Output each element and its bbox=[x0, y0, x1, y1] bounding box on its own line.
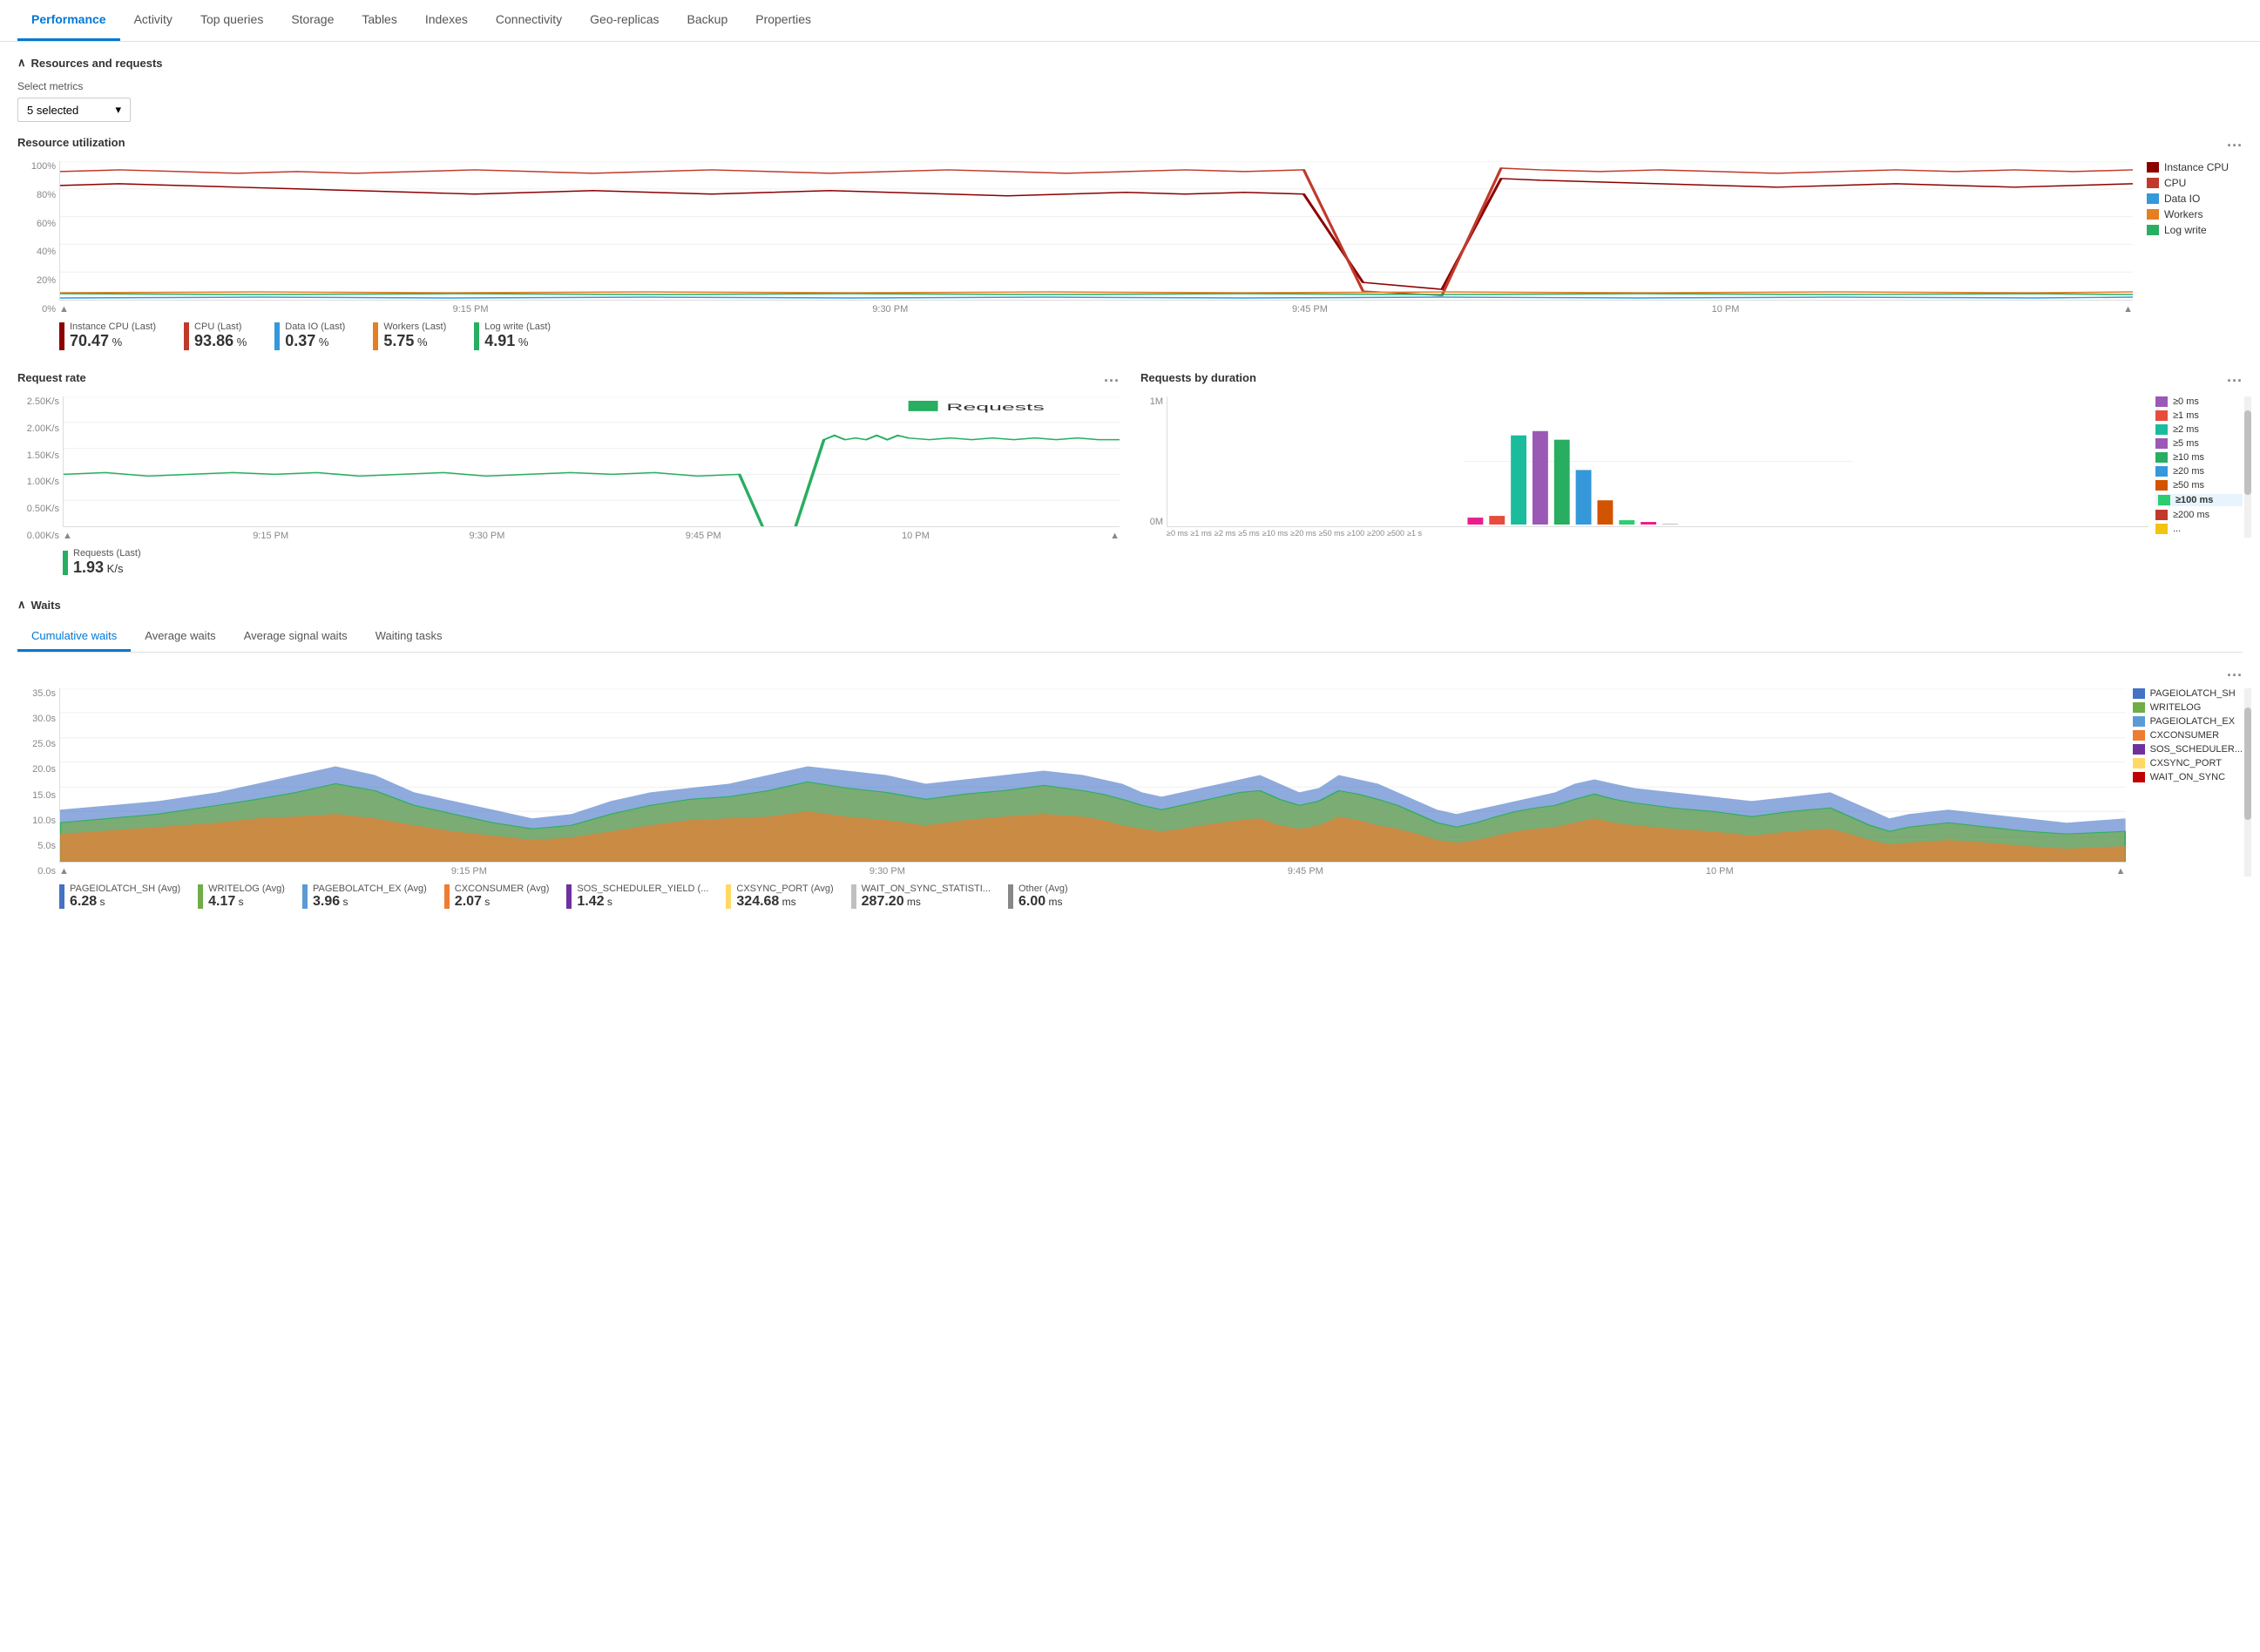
legend-label: ≥20 ms bbox=[2173, 466, 2204, 477]
select-metrics-label: Select metrics bbox=[17, 80, 2243, 92]
duration-x-axis: ≥0 ms≥1 ms≥2 ms≥5 ms≥10 ms≥20 ms≥50 ms≥1… bbox=[1167, 529, 2148, 538]
waits-chart-wrapper: 35.0s30.0s25.0s20.0s15.0s10.0s5.0s0.0s bbox=[17, 688, 2243, 877]
waits-legend: PAGEIOLATCH_SH WRITELOG PAGEIOLATCH_EX C… bbox=[2133, 688, 2243, 877]
x-axis-label: 9:45 PM bbox=[686, 531, 721, 541]
resource-utilization-chart bbox=[59, 161, 2133, 301]
request-rate-section: Request rate ··· 2.50K/s2.00K/s1.50K/s1.… bbox=[17, 371, 1120, 577]
nav-tab-connectivity[interactable]: Connectivity bbox=[482, 0, 576, 41]
x-axis-label: 9:15 PM bbox=[253, 531, 288, 541]
wait-on-sync-metric: WAIT_ON_SYNC_STATISTI... 287.20 ms bbox=[851, 884, 991, 910]
waits-y-axis: 35.0s30.0s25.0s20.0s15.0s10.0s5.0s0.0s bbox=[16, 688, 56, 877]
request-rate-y-axis: 2.50K/s2.00K/s1.50K/s1.00K/s0.50K/s0.00K… bbox=[17, 396, 59, 541]
requests-by-duration-more[interactable]: ··· bbox=[2227, 372, 2243, 390]
legend-label: ≥5 ms bbox=[2173, 438, 2199, 449]
waits-x-axis: ▲ 9:15 PM 9:30 PM 9:45 PM 10 PM ▲ bbox=[59, 866, 2126, 877]
workers-metric: Workers (Last) 5.75 % bbox=[373, 322, 446, 350]
nav-tabs: PerformanceActivityTop queriesStorageTab… bbox=[0, 0, 2260, 42]
waits-tabs: Cumulative waits Average waits Average s… bbox=[17, 622, 2243, 653]
cpu-metric: CPU (Last) 93.86 % bbox=[184, 322, 247, 350]
x-axis-label: 9:30 PM bbox=[872, 304, 908, 315]
legend-label: Data IO bbox=[2164, 193, 2200, 205]
requests-last-metric: Requests (Last) 1.93 K/s bbox=[63, 548, 1120, 577]
metrics-dropdown[interactable]: 5 selected ▾ bbox=[17, 98, 131, 122]
waits-section-header[interactable]: ∧ Waits bbox=[17, 598, 2243, 612]
cxconsumer-metric: CXCONSUMER (Avg) 2.07 s bbox=[444, 884, 550, 910]
requests-by-duration-chart bbox=[1167, 396, 2148, 527]
request-rate-title: Request rate bbox=[17, 371, 86, 384]
legend-label: Log write bbox=[2164, 224, 2207, 236]
legend-label: ≥100 ms bbox=[2175, 495, 2213, 505]
nav-tab-backup[interactable]: Backup bbox=[673, 0, 742, 41]
x-axis-marker: ▲ bbox=[1110, 531, 1120, 541]
resource-utilization-more[interactable]: ··· bbox=[2227, 137, 2243, 155]
chevron-icon: ∧ bbox=[17, 56, 26, 70]
x-axis-label: ▲ bbox=[59, 304, 69, 315]
writelog-metric: WRITELOG (Avg) 4.17 s bbox=[198, 884, 285, 910]
x-axis-label: 10 PM bbox=[1712, 304, 1740, 315]
cxsync-port-metric: CXSYNC_PORT (Avg) 324.68 ms bbox=[726, 884, 833, 910]
legend-label: Instance CPU bbox=[2164, 161, 2229, 173]
resource-metrics-row: Instance CPU (Last) 70.47 % CPU (Last) 9… bbox=[59, 322, 2243, 350]
tab-average-signal-waits[interactable]: Average signal waits bbox=[230, 622, 362, 652]
legend-label: CPU bbox=[2164, 177, 2186, 189]
waits-section: ∧ Waits Cumulative waits Average waits A… bbox=[17, 598, 2243, 910]
tab-cumulative-waits[interactable]: Cumulative waits bbox=[17, 622, 131, 652]
x-axis-label: ▲ bbox=[2123, 304, 2133, 315]
instance-cpu-metric: Instance CPU (Last) 70.47 % bbox=[59, 322, 156, 350]
x-axis-label: 9:15 PM bbox=[453, 304, 489, 315]
waits-metrics-row: PAGEIOLATCH_SH (Avg) 6.28 s WRITELOG (Av… bbox=[59, 884, 2243, 910]
tab-average-waits[interactable]: Average waits bbox=[131, 622, 229, 652]
x-axis-marker: ▲ bbox=[59, 866, 69, 877]
legend-label: ≥50 ms bbox=[2173, 480, 2204, 491]
nav-tab-properties[interactable]: Properties bbox=[741, 0, 825, 41]
tab-waiting-tasks[interactable]: Waiting tasks bbox=[362, 622, 457, 652]
nav-tab-geo-replicas[interactable]: Geo-replicas bbox=[576, 0, 673, 41]
resource-utilization-section: Resource utilization ··· 100%80%60%40%20… bbox=[17, 136, 2243, 350]
x-axis-label: 9:45 PM bbox=[1292, 304, 1328, 315]
duration-y-axis: 1M0M bbox=[1139, 396, 1163, 527]
nav-tab-top-queries[interactable]: Top queries bbox=[186, 0, 277, 41]
two-col-section: Request rate ··· 2.50K/s2.00K/s1.50K/s1.… bbox=[17, 371, 2243, 577]
data-io-metric: Data IO (Last) 0.37 % bbox=[274, 322, 345, 350]
legend-label: ... bbox=[2173, 524, 2181, 534]
x-axis-marker: ▲ bbox=[63, 531, 72, 541]
legend-label: ≥200 ms bbox=[2173, 510, 2209, 520]
waits-section-title: Waits bbox=[31, 599, 61, 612]
nav-tab-indexes[interactable]: Indexes bbox=[411, 0, 482, 41]
nav-tab-storage[interactable]: Storage bbox=[277, 0, 348, 41]
waits-chart bbox=[59, 688, 2126, 863]
legend-label: ≥0 ms bbox=[2173, 396, 2199, 407]
legend-label: ≥2 ms bbox=[2173, 424, 2199, 435]
waits-chart-more[interactable]: ··· bbox=[2227, 667, 2243, 685]
requests-by-duration-title: Requests by duration bbox=[1140, 371, 1256, 384]
x-axis-label: 9:30 PM bbox=[469, 531, 504, 541]
legend-label: ≥10 ms bbox=[2173, 452, 2204, 463]
x-axis-label: 10 PM bbox=[902, 531, 930, 541]
resource-utilization-title: Resource utilization bbox=[17, 136, 125, 149]
resource-y-axis: 100%80%60%40%20%0% bbox=[23, 161, 56, 315]
dropdown-value: 5 selected bbox=[27, 104, 78, 117]
svg-text:Requests: Requests bbox=[946, 403, 1045, 413]
request-rate-chart: Requests bbox=[63, 396, 1120, 527]
resources-section-title: Resources and requests bbox=[31, 57, 163, 70]
resources-section-header[interactable]: ∧ Resources and requests bbox=[17, 56, 2243, 70]
log-write-metric: Log write (Last) 4.91 % bbox=[474, 322, 551, 350]
chevron-icon: ∧ bbox=[17, 598, 26, 612]
other-metric: Other (Avg) 6.00 ms bbox=[1008, 884, 1068, 910]
request-rate-more[interactable]: ··· bbox=[1104, 372, 1120, 390]
pageiolatch-sh-metric: PAGEIOLATCH_SH (Avg) 6.28 s bbox=[59, 884, 180, 910]
duration-legend: ≥0 ms ≥1 ms ≥2 ms ≥5 ms ≥10 ms ≥20 ms ≥5… bbox=[2155, 396, 2243, 538]
resource-utilization-legend: Instance CPU CPU Data IO Workers Log wri… bbox=[2147, 161, 2243, 240]
x-axis-marker: ▲ bbox=[2116, 866, 2126, 877]
nav-tab-activity[interactable]: Activity bbox=[120, 0, 186, 41]
nav-tab-performance[interactable]: Performance bbox=[17, 0, 120, 41]
nav-tab-tables[interactable]: Tables bbox=[348, 0, 410, 41]
legend-label: ≥1 ms bbox=[2173, 410, 2199, 421]
legend-label: Workers bbox=[2164, 208, 2202, 220]
chevron-down-icon: ▾ bbox=[115, 103, 121, 117]
sos-scheduler-metric: SOS_SCHEDULER_YIELD (... 1.42 s bbox=[566, 884, 708, 910]
pageiolatch-ex-metric: PAGEBOLATCH_EX (Avg) 3.96 s bbox=[302, 884, 427, 910]
requests-by-duration-section: Requests by duration ··· 1M0M bbox=[1140, 371, 2243, 577]
